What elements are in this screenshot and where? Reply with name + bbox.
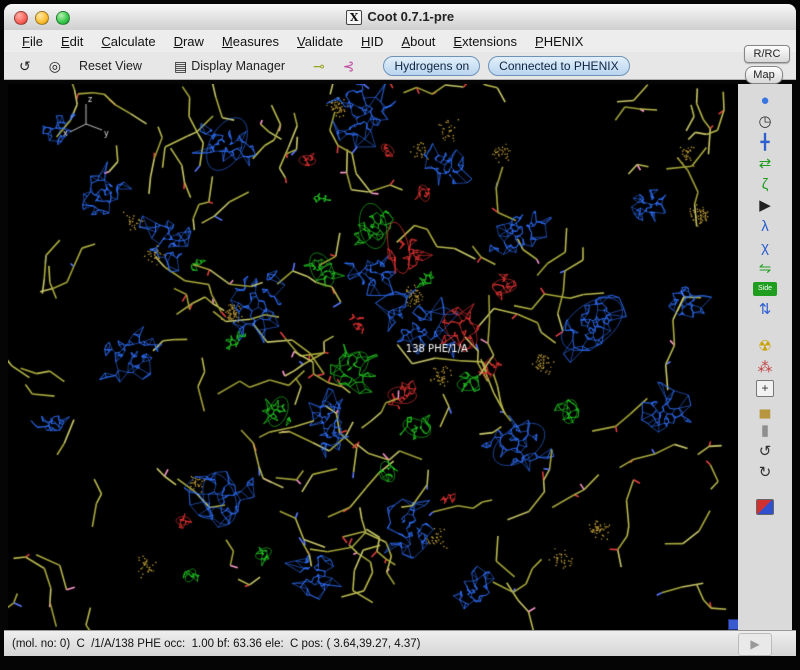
display-manager-icon: ▤ [174,59,187,73]
molecular-viewport[interactable] [8,84,738,630]
rotate-translate-icon[interactable]: ⇄ [753,153,777,174]
target-icon: ◎ [49,59,61,73]
goto-atom-icon: ⊸ [313,59,325,73]
mutate-icon[interactable]: ⇅ [753,299,777,320]
clock-icon[interactable]: ◷ [753,111,777,132]
window-frame: X Coot 0.7.1-pre File Edit Calculate Draw… [0,0,800,670]
model-fit-refine-icon[interactable] [756,499,774,515]
add-terminal-residue-icon[interactable]: ☢ [753,336,777,357]
rotamer-icon[interactable]: λ [753,216,777,237]
flip-peptide-icon[interactable]: ⇋ [753,258,777,279]
menu-calculate[interactable]: Calculate [93,32,163,51]
window-title: Coot 0.7.1-pre [367,9,454,24]
side-toolbar: ● ◷ ╋ ⇄ ζ ▶ λ χ ⇋ Side ⇅ ☢ ⁂ + ▄ ▮ ↺ ↻ [738,84,792,630]
menu-draw[interactable]: Draw [166,32,212,51]
rrc-button[interactable]: R/RC [744,45,790,63]
move-crosshair-icon[interactable]: ╋ [753,132,777,153]
x11-icon: X [346,10,363,25]
menu-file[interactable]: File [14,32,51,51]
statusbar-expand-button[interactable]: ▶ [738,633,772,656]
hydrogens-toggle-button[interactable]: Hydrogens on [383,56,480,76]
status-bar: (mol. no: 0) C /1/A/138 PHE occ: 1.00 bf… [4,630,796,656]
map-button[interactable]: Map [745,66,783,84]
delete-item-icon[interactable]: ▮ [753,420,777,441]
menu-edit[interactable]: Edit [53,32,91,51]
status-text: (mol. no: 0) C /1/A/138 PHE occ: 1.00 bf… [12,638,420,650]
refresh-view-button[interactable]: ↺ [14,57,36,75]
place-atom-icon[interactable]: + [756,380,774,397]
menu-measures[interactable]: Measures [214,32,287,51]
redo-icon[interactable]: ↻ [753,462,777,483]
menu-about[interactable]: About [393,32,443,51]
ligand-icon: ⊰ [343,59,355,73]
menu-extensions[interactable]: Extensions [445,32,525,51]
toolbar: ↺ ◎ Reset View ▤ Display Manager ⊸ ⊰ Hyd… [4,52,796,80]
refine-zone-icon[interactable]: ζ [753,174,777,195]
menu-phenix[interactable]: PHENIX [527,32,591,51]
window-title-area: X Coot 0.7.1-pre [4,9,796,25]
add-alt-conf-icon[interactable]: ⁂ [753,357,777,378]
add-base-icon[interactable]: ▄ [753,399,777,420]
chi-angles-icon[interactable]: χ [753,237,777,258]
display-ball-icon[interactable]: ● [753,90,777,111]
recenter-button[interactable]: ◎ [44,57,66,75]
expand-toolbar-icon[interactable]: ▶ [753,195,777,216]
phenix-connection-button[interactable]: Connected to PHENIX [488,56,629,76]
goto-atom-button[interactable]: ⊸ [308,57,330,75]
display-manager-label: Display Manager [191,59,285,73]
menu-bar: File Edit Calculate Draw Measures Valida… [4,30,796,52]
undo-icon[interactable]: ↺ [753,441,777,462]
menu-validate[interactable]: Validate [289,32,351,51]
ligand-button[interactable]: ⊰ [338,57,360,75]
refresh-view-icon: ↺ [19,59,31,73]
side-chain-flip-icon[interactable]: Side [753,282,777,296]
titlebar: X Coot 0.7.1-pre [4,4,796,31]
reset-view-button[interactable]: Reset View [74,57,147,75]
display-manager-button[interactable]: ▤ Display Manager [169,57,290,75]
menu-hid[interactable]: HID [353,32,391,51]
